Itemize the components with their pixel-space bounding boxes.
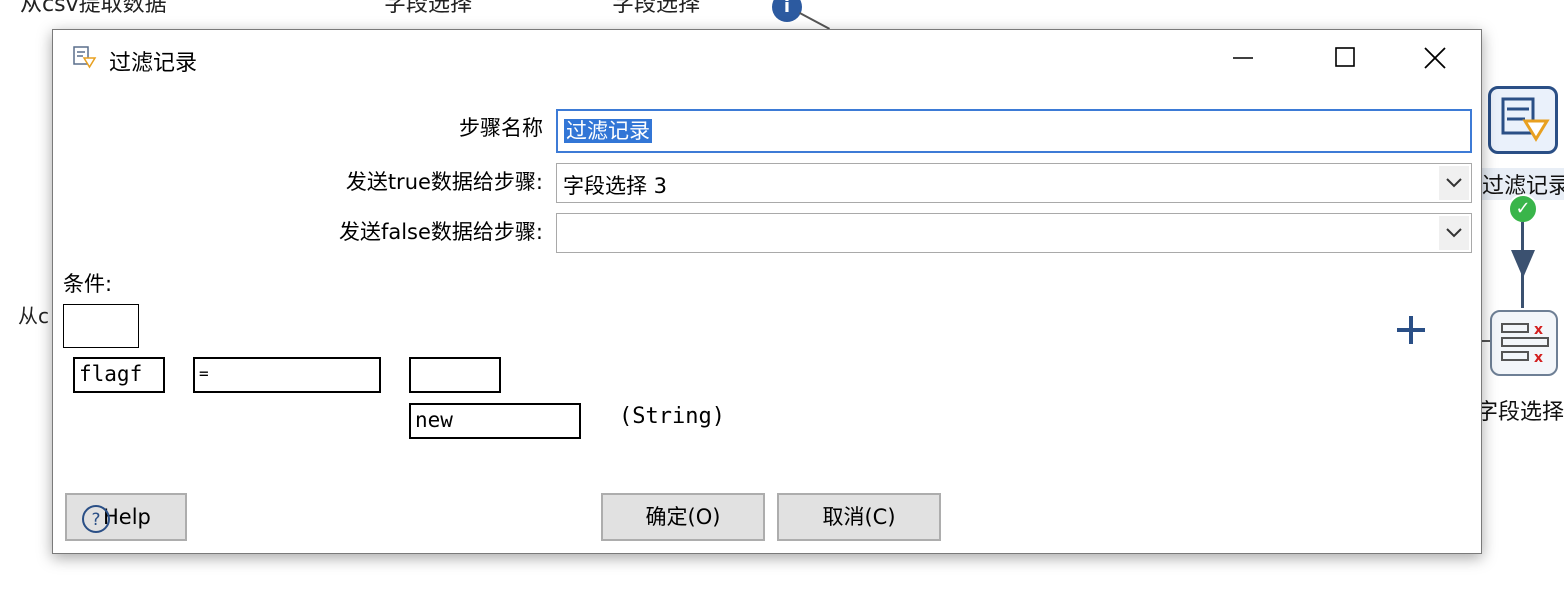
minimize-icon: [1233, 57, 1253, 59]
filter-rows-dialog: 过滤记录 步骤名称 过滤记录 发送true数据给步骤: 字段选择 3 发送fal…: [52, 29, 1482, 554]
select-values-step-node[interactable]: x x: [1490, 310, 1558, 376]
dropdown-button[interactable]: [1439, 216, 1469, 250]
add-condition-button[interactable]: [1393, 312, 1429, 348]
select-values-icon: x x: [1501, 322, 1549, 366]
help-button[interactable]: ? Help: [65, 493, 187, 541]
close-button[interactable]: [1405, 36, 1465, 80]
filter-step-node[interactable]: [1488, 86, 1558, 154]
canvas-step-text: 从csv提取数据: [20, 0, 167, 17]
dropdown-button[interactable]: [1439, 166, 1469, 200]
canvas-step-text: 从c: [18, 304, 49, 328]
false-target-select[interactable]: [556, 213, 1472, 253]
dialog-title: 过滤记录: [109, 51, 198, 76]
hop-arrow-icon: [1511, 250, 1535, 278]
info-icon[interactable]: i: [772, 0, 802, 22]
cancel-button[interactable]: 取消(C): [777, 493, 941, 541]
true-target-select[interactable]: 字段选择 3: [556, 163, 1472, 203]
check-icon: ✓: [1508, 194, 1538, 224]
true-target-value: 字段选择 3: [563, 174, 668, 198]
condition-operator-box[interactable]: =: [193, 357, 381, 393]
true-target-label: 发送true数据给步骤:: [345, 170, 543, 194]
filter-rows-icon: [73, 46, 97, 69]
help-icon: ?: [82, 505, 110, 533]
hop-line: [799, 12, 831, 30]
filter-rows-icon: [1501, 97, 1550, 142]
dialog-titlebar[interactable]: 过滤记录: [53, 30, 1481, 86]
chevron-down-icon: [1446, 228, 1462, 238]
step-name-value: 过滤记录: [564, 119, 652, 143]
maximize-button[interactable]: [1315, 36, 1375, 80]
svg-text:x: x: [1534, 350, 1543, 366]
minimize-button[interactable]: [1213, 36, 1273, 80]
condition-field-box[interactable]: flagf: [73, 357, 165, 393]
plus-icon: [1397, 316, 1425, 344]
condition-label: 条件:: [63, 272, 113, 296]
chevron-down-icon: [1446, 178, 1462, 188]
maximize-icon: [1335, 47, 1355, 67]
condition-value-type: (String): [619, 404, 725, 429]
condition-negate-box[interactable]: [63, 304, 139, 348]
condition-value-box[interactable]: new: [409, 403, 581, 439]
close-icon: [1424, 47, 1446, 69]
svg-text:?: ?: [91, 510, 100, 530]
canvas-step-text: 字段选择: [384, 0, 473, 17]
ok-button[interactable]: 确定(O): [601, 493, 765, 541]
condition-right-field-box[interactable]: [409, 357, 501, 393]
step-name-label: 步骤名称: [459, 116, 543, 140]
canvas-step-text: 字段选择: [612, 0, 701, 17]
step-name-input[interactable]: 过滤记录: [556, 109, 1472, 153]
svg-text:x: x: [1534, 322, 1543, 338]
select-step-label: 字段选择: [1476, 400, 1564, 425]
false-target-label: 发送false数据给步骤:: [338, 220, 543, 244]
